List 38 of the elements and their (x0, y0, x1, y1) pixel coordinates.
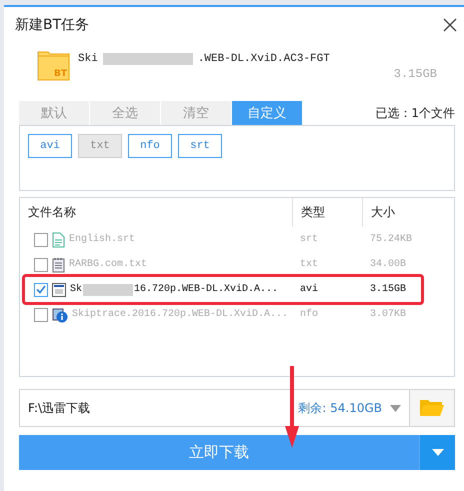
file-type: srt (299, 234, 320, 245)
column-header: 大小 (362, 198, 454, 227)
file-size: 3.07KB (369, 309, 408, 320)
document-icon (52, 232, 65, 248)
file-type-label: BT (54, 70, 67, 79)
window-title: 新建BT任务 (15, 16, 90, 34)
file-name: Sk 16.720p.WEB-DL.XviD.A... (70, 284, 278, 296)
filter-tab[interactable]: 默认 (19, 101, 89, 125)
extension-filter[interactable]: nfo (128, 134, 172, 158)
file-size: 34.00B (369, 259, 408, 270)
torrent-name: Ski .WEB-DL.XviD.AC3-FGT (78, 53, 330, 65)
checkbox[interactable] (34, 232, 48, 246)
checkbox[interactable] (34, 282, 48, 296)
folder-icon (37, 51, 70, 81)
torrent-size: 3.15GB (394, 67, 437, 81)
close-icon[interactable] (442, 17, 458, 33)
file-size: 3.15GB (369, 284, 408, 295)
checkbox[interactable] (34, 308, 48, 322)
filter-tab[interactable]: 全选 (90, 101, 160, 125)
selection-summary: 已选：1个文件 (375, 104, 455, 122)
file-name: English.srt (69, 234, 136, 245)
video-file-icon (52, 282, 66, 296)
file-name: Skiptrace.2016.720p.WEB-DL.XviD.A... (72, 309, 288, 320)
extension-filter[interactable]: avi (28, 134, 72, 158)
extension-filter[interactable]: srt (178, 134, 222, 158)
file-name: RARBG.com.txt (69, 259, 148, 270)
filter-tab[interactable]: 自定义 (232, 101, 302, 125)
info-icon (52, 306, 68, 322)
checkbox[interactable] (34, 258, 48, 272)
file-type: avi (299, 284, 320, 295)
notepad-icon (52, 256, 65, 272)
file-type: nfo (299, 309, 320, 320)
file-type: txt (299, 259, 320, 270)
column-header: 类型 (292, 198, 362, 227)
column-header: 文件名称 (27, 204, 77, 221)
dropdown-caret-icon[interactable] (419, 435, 455, 470)
file-size: 75.24KB (369, 234, 414, 245)
filter-tab[interactable]: 清空 (161, 101, 231, 125)
